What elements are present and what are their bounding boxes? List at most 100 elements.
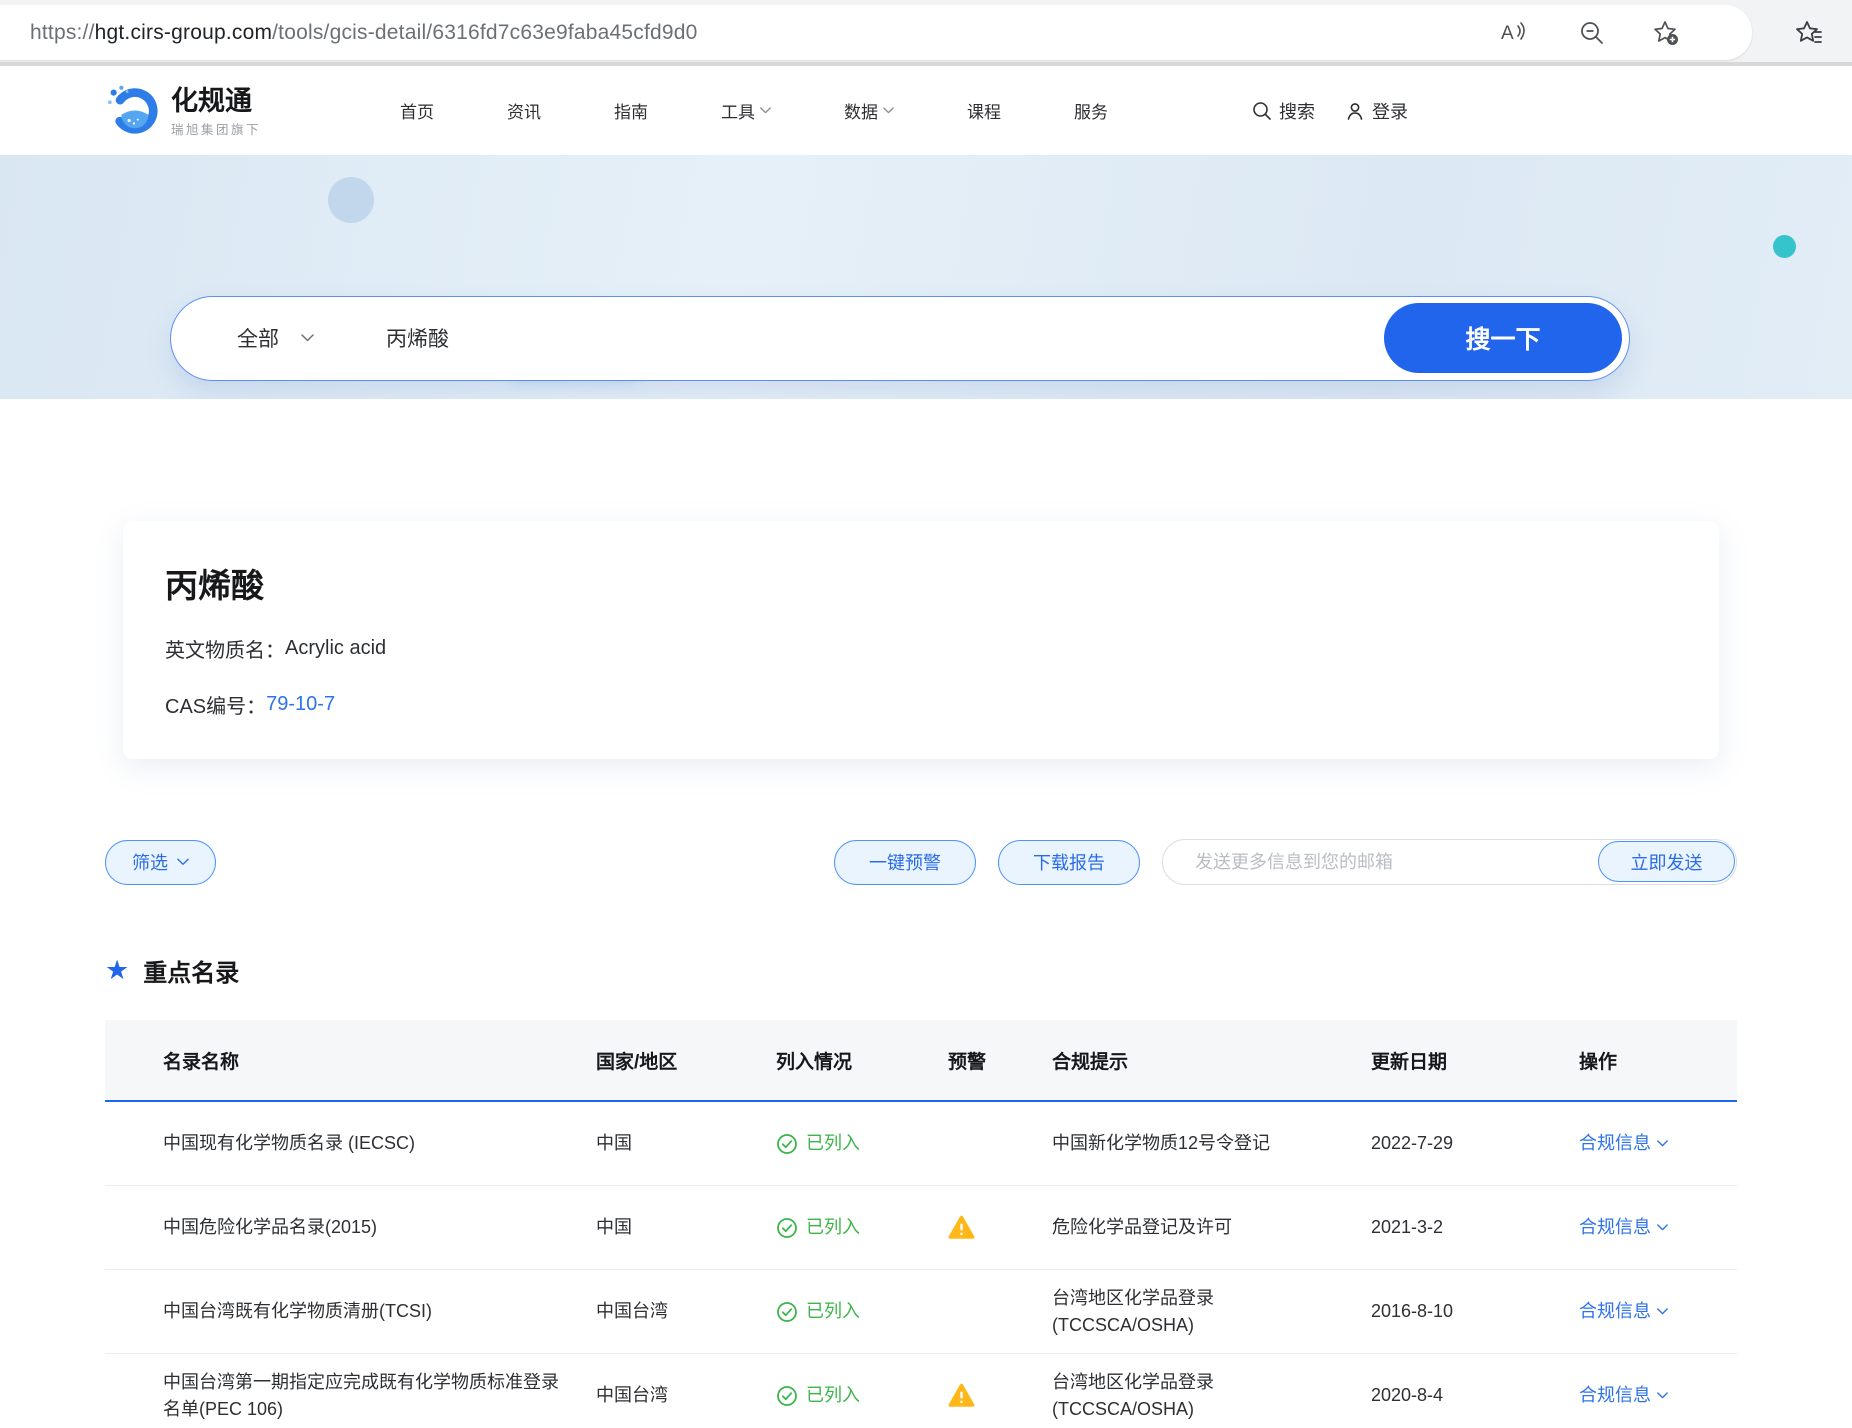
query-input[interactable]	[386, 303, 1336, 373]
warning-icon	[948, 1383, 975, 1408]
cas-label: CAS编号：	[165, 690, 266, 719]
listed-status: 已列入	[776, 1114, 948, 1173]
logo-title: 化规通	[171, 86, 261, 116]
inventory-name: 中国危险化学品名录(2015)	[105, 1198, 596, 1257]
compliance-tip: 中国新化学物质12号令登记	[1052, 1114, 1371, 1173]
main-nav: 首页 资讯 指南 工具 数据 课程 服务	[400, 66, 1108, 155]
col-header-tip: 合规提示	[1052, 1020, 1371, 1100]
nav-item-资讯[interactable]: 资讯	[507, 98, 541, 123]
url-text[interactable]: https://hgt.cirs-group.com/tools/gcis-de…	[30, 5, 698, 60]
zoom-out-icon[interactable]	[1578, 19, 1606, 47]
region: 中国	[596, 1114, 776, 1173]
user-icon	[1345, 101, 1365, 121]
nav-label: 指南	[614, 98, 648, 123]
browser-toolbar: https://hgt.cirs-group.com/tools/gcis-de…	[0, 0, 1852, 66]
english-name-label: 英文物质名：	[165, 634, 285, 663]
header-actions: 搜索 登录	[1252, 66, 1408, 155]
inventory-name: 中国现有化学物质名录 (IECSC)	[105, 1114, 596, 1173]
listed-status: 已列入	[776, 1366, 948, 1425]
gcis-banner: GCIS 全球化学品名录查询 全部 搜一下	[0, 155, 1852, 399]
nav-label: 首页	[400, 98, 434, 123]
compliance-info-label: 合规信息	[1579, 1130, 1651, 1157]
url-scheme: https://	[30, 21, 95, 45]
chevron-down-icon	[1657, 1140, 1668, 1147]
col-header-date: 更新日期	[1371, 1020, 1579, 1100]
email-subscribe: 立即发送	[1162, 839, 1737, 885]
search-icon	[1252, 101, 1272, 121]
nav-item-首页[interactable]: 首页	[400, 98, 434, 123]
listed-label: 已列入	[806, 1382, 860, 1409]
col-header-region: 国家/地区	[596, 1020, 776, 1100]
table-row: 中国台湾第一期指定应完成既有化学物质标准登录名单(PEC 106)中国台湾已列入…	[105, 1354, 1737, 1428]
page-content: 丙烯酸 英文物质名： Acrylic acid CAS编号： 79-10-7 筛…	[105, 521, 1737, 1428]
header-search[interactable]: 搜索	[1252, 98, 1315, 124]
send-now-button[interactable]: 立即发送	[1598, 841, 1735, 882]
compliance-info-label: 合规信息	[1579, 1382, 1651, 1409]
warning-cell	[948, 1114, 1052, 1173]
update-date: 2021-3-2	[1371, 1198, 1579, 1257]
read-aloud-icon[interactable]: A	[1498, 19, 1526, 47]
check-circle-icon	[776, 1217, 798, 1239]
warning-cell	[948, 1198, 1052, 1257]
substance-name: 丙烯酸	[165, 559, 1677, 607]
nav-item-数据[interactable]: 数据	[844, 98, 894, 123]
category-value: 全部	[237, 323, 279, 353]
url-host: hgt.cirs-group.com	[95, 21, 273, 45]
header-login-label: 登录	[1372, 98, 1408, 124]
search-submit-button[interactable]: 搜一下	[1384, 303, 1622, 373]
listed-status: 已列入	[776, 1282, 948, 1341]
nav-label: 课程	[967, 98, 1001, 123]
svg-text:A: A	[1501, 23, 1514, 44]
toolbar: 筛选 一键预警 下载报告 立即发送	[105, 839, 1737, 885]
region: 中国台湾	[596, 1282, 776, 1341]
filter-button[interactable]: 筛选	[105, 840, 216, 885]
url-path: /tools/gcis-detail/6316fd7c63e9faba45cfd…	[272, 21, 697, 45]
one-click-alert-button[interactable]: 一键预警	[834, 840, 976, 885]
nav-label: 数据	[844, 98, 878, 123]
nav-label: 服务	[1074, 98, 1108, 123]
compliance-tip: 危险化学品登记及许可	[1052, 1198, 1371, 1257]
header-login[interactable]: 登录	[1345, 98, 1408, 124]
listed-label: 已列入	[806, 1214, 860, 1241]
compliance-info-link[interactable]: 合规信息	[1579, 1214, 1668, 1241]
table-row: 中国现有化学物质名录 (IECSC)中国已列入中国新化学物质12号令登记2022…	[105, 1102, 1737, 1186]
nav-item-指南[interactable]: 指南	[614, 98, 648, 123]
english-name-value: Acrylic acid	[285, 637, 386, 660]
address-bar[interactable]: https://hgt.cirs-group.com/tools/gcis-de…	[0, 5, 1752, 60]
compliance-tip: 台湾地区化学品登录 (TCCSCA/OSHA)	[1052, 1282, 1371, 1341]
listed-status: 已列入	[776, 1198, 948, 1257]
col-header-action: 操作	[1579, 1020, 1737, 1100]
download-report-button[interactable]: 下载报告	[998, 840, 1140, 885]
cas-number-link[interactable]: 79-10-7	[266, 693, 335, 716]
table-body: 中国现有化学物质名录 (IECSC)中国已列入中国新化学物质12号令登记2022…	[105, 1102, 1737, 1428]
category-select[interactable]: 全部	[219, 297, 332, 379]
nav-label: 工具	[721, 98, 755, 123]
favorites-bar-icon[interactable]	[1794, 18, 1824, 48]
compliance-info-label: 合规信息	[1579, 1298, 1651, 1325]
region: 中国	[596, 1198, 776, 1257]
nav-item-课程[interactable]: 课程	[967, 98, 1001, 123]
chevron-down-icon	[760, 107, 771, 114]
logo-subtitle: 瑞旭集团旗下	[171, 119, 261, 138]
chevron-down-icon	[1657, 1308, 1668, 1315]
inventory-name: 中国台湾既有化学物质清册(TCSI)	[105, 1282, 596, 1341]
update-date: 2016-8-10	[1371, 1282, 1579, 1341]
nav-item-工具[interactable]: 工具	[721, 98, 771, 123]
table-row: 中国台湾既有化学物质清册(TCSI)中国台湾已列入 台湾地区化学品登录 (TCCS…	[105, 1270, 1737, 1354]
chevron-down-icon	[1657, 1224, 1668, 1231]
warning-cell	[948, 1282, 1052, 1341]
nav-item-服务[interactable]: 服务	[1074, 98, 1108, 123]
listed-label: 已列入	[806, 1130, 860, 1157]
update-date: 2020-8-4	[1371, 1366, 1579, 1425]
compliance-info-link[interactable]: 合规信息	[1579, 1298, 1668, 1325]
compliance-info-link[interactable]: 合规信息	[1579, 1382, 1668, 1409]
compliance-info-label: 合规信息	[1579, 1214, 1651, 1241]
check-circle-icon	[776, 1385, 798, 1407]
table-header-row: 名录名称 国家/地区 列入情况 预警 合规提示 更新日期 操作	[105, 1020, 1737, 1102]
add-favorite-icon[interactable]	[1652, 19, 1680, 47]
filter-label: 筛选	[132, 849, 168, 875]
compliance-info-link[interactable]: 合规信息	[1579, 1130, 1668, 1157]
header-search-label: 搜索	[1279, 98, 1315, 124]
site-logo[interactable]: 化规通 瑞旭集团旗下	[105, 82, 261, 141]
inventories-table: 名录名称 国家/地区 列入情况 预警 合规提示 更新日期 操作 中国现有化学物质…	[105, 1020, 1737, 1428]
